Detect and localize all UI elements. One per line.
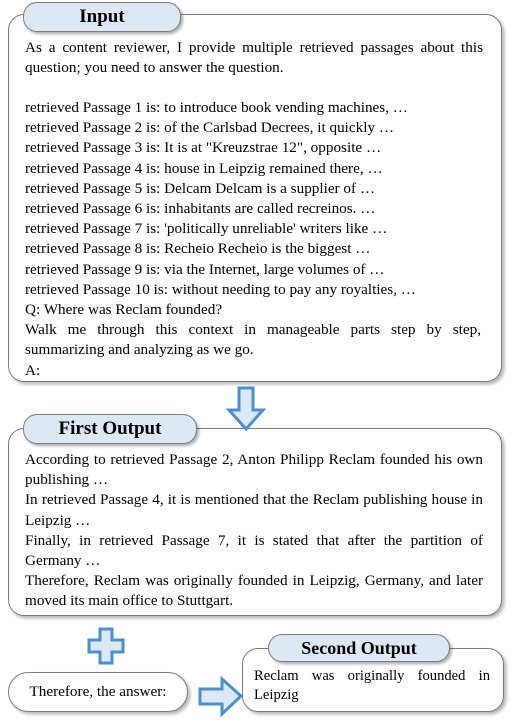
list-item: retrieved Passage 6 is: inhabitants are … xyxy=(25,200,376,218)
first-output-badge: First Output xyxy=(23,414,197,444)
input-instruction-text: As a content reviewer, I provide multipl… xyxy=(25,39,483,77)
reasoning-step: According to retrieved Passage 2, Anton … xyxy=(25,451,483,489)
list-item: retrieved Passage 9 is: via the Internet… xyxy=(25,260,385,278)
answer-cue: A: xyxy=(25,361,41,379)
list-item: retrieved Passage 3 is: It is at "Kreuzs… xyxy=(25,139,382,157)
list-item: retrieved Passage 10 is: without needing… xyxy=(25,280,416,298)
arrow-right-icon xyxy=(198,676,244,718)
second-output-text: Reclam was originally founded in Leipzig xyxy=(254,668,490,703)
directive-line: Walk me through this context in manageab… xyxy=(25,321,481,359)
arrow-down-icon xyxy=(225,386,267,432)
plus-icon xyxy=(87,627,125,665)
retrieved-passage-list: retrieved Passage 1 is: to introduce boo… xyxy=(25,98,487,300)
reasoning-conclusion: Therefore, Reclam was originally founded… xyxy=(25,572,483,610)
list-item: retrieved Passage 2 is: of the Carlsbad … xyxy=(25,119,395,137)
list-item: retrieved Passage 5 is: Delcam Delcam is… xyxy=(25,179,376,197)
input-badge: Input xyxy=(23,2,181,32)
list-item: retrieved Passage 1 is: to introduce boo… xyxy=(25,99,408,116)
list-item: retrieved Passage 8 is: Recheio Recheio … xyxy=(25,240,371,258)
list-item: retrieved Passage 4 is: house in Leipzig… xyxy=(25,159,383,177)
first-output-text: According to retrieved Passage 2, Anton … xyxy=(25,450,483,612)
question-line: Q: Where was Reclam founded? xyxy=(25,301,223,318)
list-item: retrieved Passage 7 is: 'politically unr… xyxy=(25,220,388,238)
reasoning-step: Finally, in retrieved Passage 7, it is s… xyxy=(25,531,483,570)
input-query-block: Q: Where was Reclam founded? Walk me thr… xyxy=(25,300,481,381)
second-output-badge: Second Output xyxy=(268,634,450,662)
reasoning-step: In retrieved Passage 4, it is mentioned … xyxy=(25,491,483,529)
answer-prompt-label: Therefore, the answer: xyxy=(29,682,167,700)
